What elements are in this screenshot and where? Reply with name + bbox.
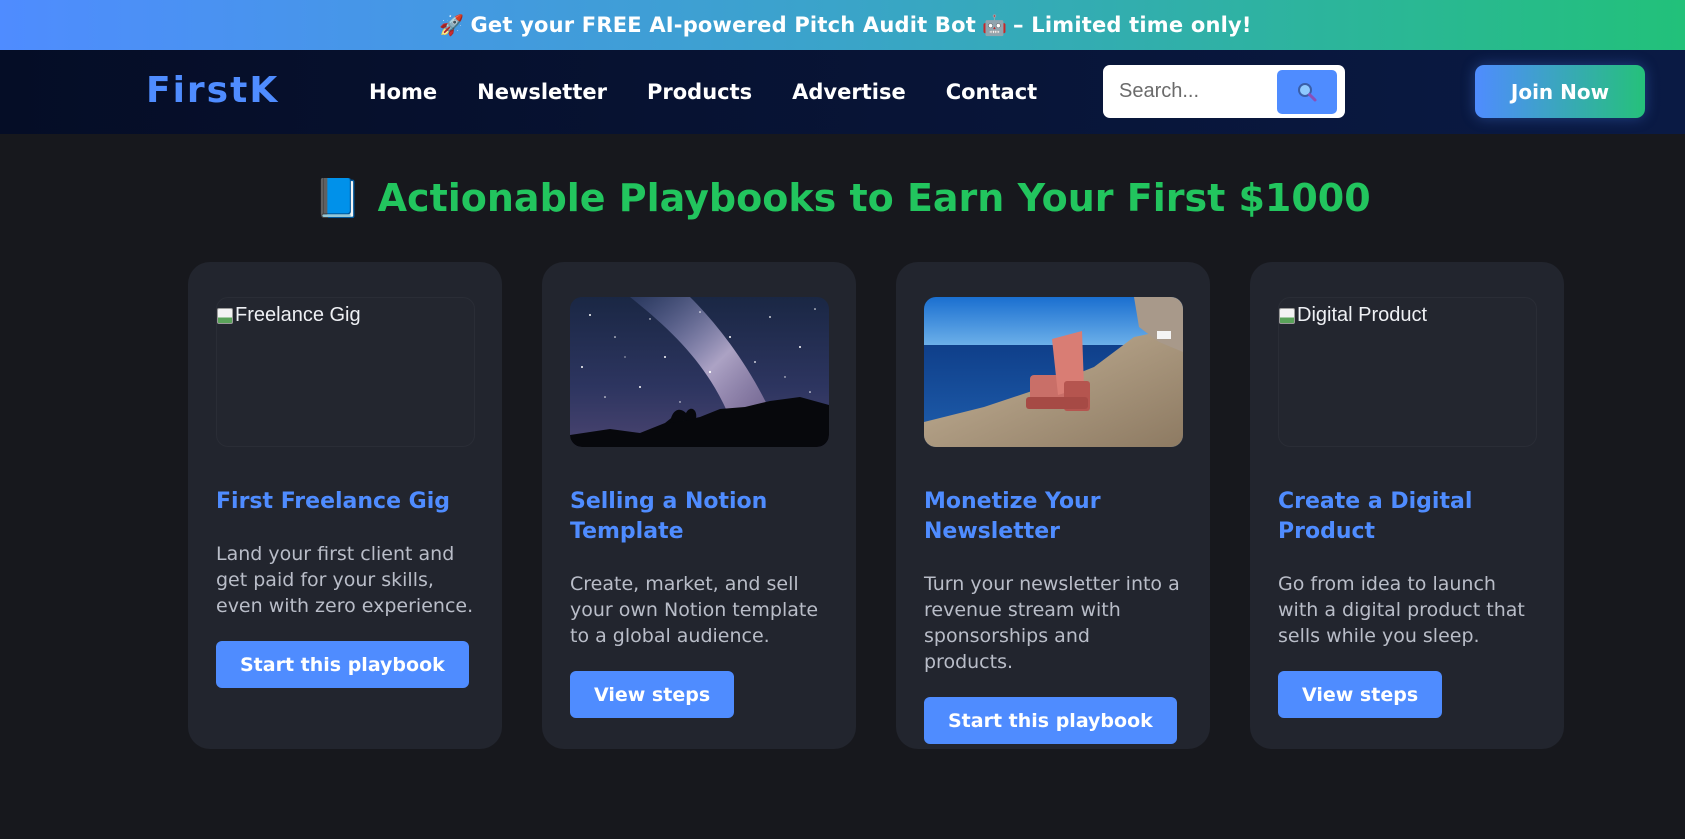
card-description: Go from idea to launch with a digital pr… xyxy=(1278,573,1525,647)
page-title: 📘 Actionable Playbooks to Earn Your First… xyxy=(0,176,1685,221)
promo-banner[interactable]: 🚀 Get your FREE AI-powered Pitch Audit B… xyxy=(0,0,1685,50)
search-button[interactable] xyxy=(1277,70,1337,114)
card-description: Turn your newsletter into a revenue stre… xyxy=(924,573,1180,673)
card-description: Land your first client and get paid for … xyxy=(216,543,474,617)
search-icon xyxy=(1298,83,1317,102)
start-playbook-button[interactable]: Start this playbook xyxy=(216,641,469,688)
playbook-card: Selling a Notion Template Create, market… xyxy=(542,262,856,749)
playbook-cards: Freelance Gig First Freelance Gig Land y… xyxy=(188,262,1564,749)
nav-link-products[interactable]: Products xyxy=(647,80,752,104)
card-image-armchair xyxy=(924,297,1183,447)
image-alt-text: Freelance Gig xyxy=(235,304,361,326)
promo-suffix: – Limited time only! xyxy=(1013,13,1252,37)
page-title-text: Actionable Playbooks to Earn Your First … xyxy=(377,176,1371,220)
image-alt-text: Digital Product xyxy=(1297,304,1428,326)
view-steps-button[interactable]: View steps xyxy=(1278,671,1443,718)
search-box xyxy=(1103,65,1345,118)
card-image-broken: Digital Product xyxy=(1278,297,1537,447)
top-navbar: FirstK Home Newsletter Products Advertis… xyxy=(0,50,1685,134)
view-steps-button[interactable]: View steps xyxy=(570,671,735,718)
main-nav: Home Newsletter Products Advertise Conta… xyxy=(369,50,1037,134)
armchair-seaside-image xyxy=(924,297,1183,447)
card-image-broken: Freelance Gig xyxy=(216,297,475,447)
milky-way-image xyxy=(570,297,829,447)
card-title: Create a Digital Product xyxy=(1278,489,1473,544)
card-title: First Freelance Gig xyxy=(216,489,451,514)
robot-icon: 🤖 xyxy=(981,13,1008,37)
site-logo[interactable]: FirstK xyxy=(146,70,279,111)
broken-image-icon xyxy=(217,307,233,324)
promo-text: Get your FREE AI-powered Pitch Audit Bot xyxy=(470,13,976,37)
search-input[interactable] xyxy=(1103,65,1273,118)
rocket-icon: 🚀 xyxy=(439,13,465,37)
nav-link-advertise[interactable]: Advertise xyxy=(792,80,906,104)
broken-image-icon xyxy=(1279,307,1295,324)
playbook-card: Monetize Your Newsletter Turn your newsl… xyxy=(896,262,1210,749)
card-title: Selling a Notion Template xyxy=(570,489,768,544)
card-title: Monetize Your Newsletter xyxy=(924,489,1101,544)
playbook-card: Freelance Gig First Freelance Gig Land y… xyxy=(188,262,502,749)
playbook-card: Digital Product Create a Digital Product… xyxy=(1250,262,1564,749)
blue-book-icon: 📘 xyxy=(314,176,362,220)
card-image-milky-way xyxy=(570,297,829,447)
nav-link-newsletter[interactable]: Newsletter xyxy=(477,80,607,104)
card-description: Create, market, and sell your own Notion… xyxy=(570,573,819,647)
start-playbook-button[interactable]: Start this playbook xyxy=(924,697,1177,744)
join-now-button[interactable]: Join Now xyxy=(1475,65,1645,118)
nav-link-home[interactable]: Home xyxy=(369,80,437,104)
nav-link-contact[interactable]: Contact xyxy=(946,80,1038,104)
